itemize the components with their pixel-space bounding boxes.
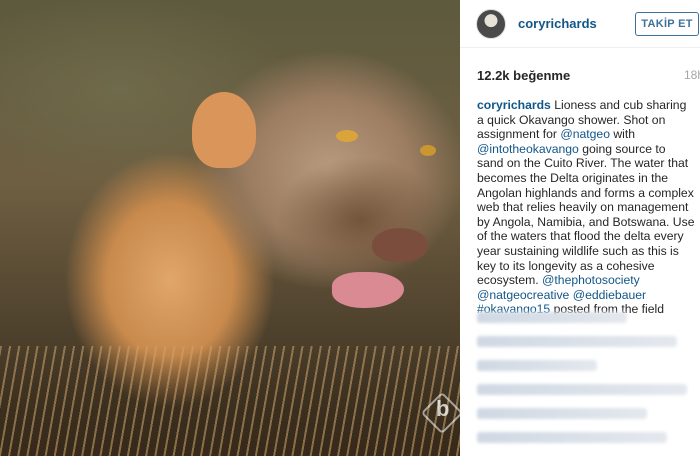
blurred-comment [477, 336, 677, 347]
caption: coryrichards Lioness and cub sharing a q… [477, 98, 695, 317]
mention-link[interactable]: @eddiebauer [573, 288, 646, 302]
lioness-eye [420, 145, 436, 156]
lioness-eye [336, 130, 358, 142]
mention-link[interactable]: @natgeo [560, 127, 610, 141]
timestamp[interactable]: 18h [684, 68, 700, 82]
blurred-comments [477, 312, 700, 456]
post-photo[interactable]: b [0, 0, 460, 456]
mention-link[interactable]: @thephotosociety [542, 273, 640, 287]
grass [0, 346, 460, 456]
mention-link[interactable]: @natgeocreative [477, 288, 569, 302]
username-link[interactable]: coryrichards [518, 16, 597, 31]
mention-link[interactable]: @intotheokavango [477, 142, 579, 156]
lioness-tongue [332, 272, 404, 308]
blurred-comment [477, 384, 687, 395]
post-sidebar: coryrichards TAKİP ET 12.2k beğenme 18h … [460, 0, 700, 456]
blurred-comment [477, 408, 647, 419]
blurred-comment [477, 360, 597, 371]
likes-count[interactable]: 12.2k beğenme [477, 68, 570, 83]
lioness-nose [372, 228, 428, 262]
caption-text: going source to sand on the Cuito River.… [477, 141, 695, 288]
cub-ear [192, 92, 256, 168]
caption-author[interactable]: coryrichards [477, 98, 551, 112]
post-header: coryrichards TAKİP ET [460, 0, 700, 48]
blurred-comment [477, 312, 627, 323]
watermark-letter: b [436, 396, 450, 421]
follow-button[interactable]: TAKİP ET [635, 12, 699, 36]
caption-text: with [609, 127, 636, 142]
avatar[interactable] [476, 9, 506, 39]
blurred-comment [477, 432, 667, 443]
